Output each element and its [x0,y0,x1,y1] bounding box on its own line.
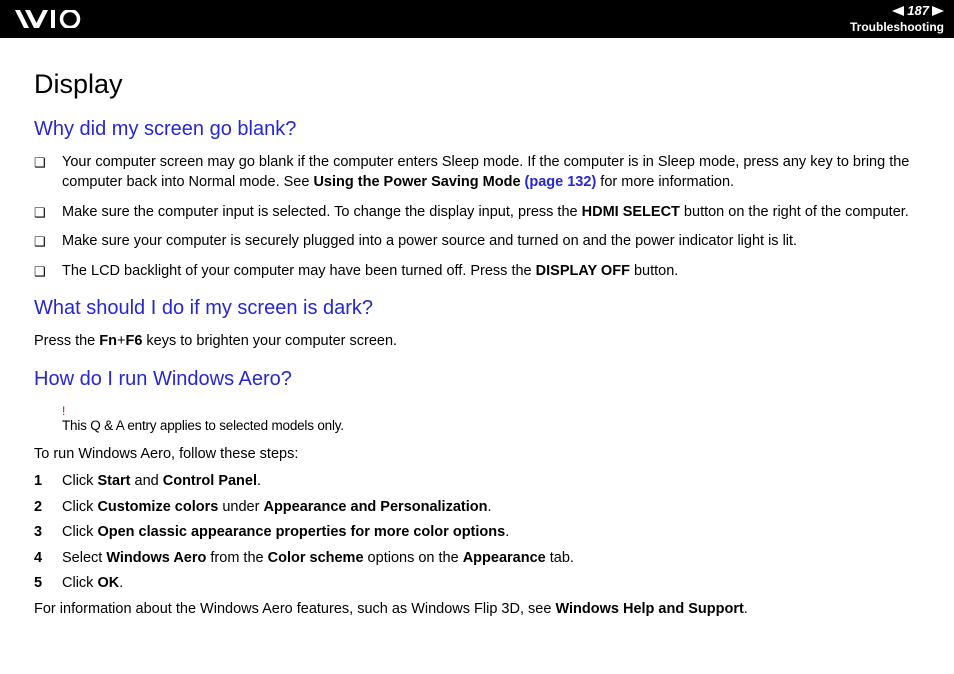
next-page-icon[interactable] [932,6,944,16]
bold-text: Appearance and Personalization [263,499,487,515]
bold-text: F6 [125,333,142,349]
text: . [505,524,509,540]
q2-heading: What should I do if my screen is dark? [34,295,920,322]
bold-text: HDMI SELECT [582,204,680,220]
bold-text: Color scheme [268,550,364,566]
text: options on the [364,550,463,566]
step-item: Click Start and Control Panel. [34,472,920,492]
page-title: Display [34,66,920,102]
bold-text: Start [97,473,130,489]
text: Select [62,550,106,566]
text: . [119,575,123,591]
text: . [744,601,748,617]
text: for more information. [596,174,734,190]
text: Click [62,575,97,591]
text: For information about the Windows Aero f… [34,601,555,617]
bold-text: Customize colors [97,499,218,515]
list-item: Make sure your computer is securely plug… [34,232,920,252]
content-area: Display Why did my screen go blank? Your… [0,38,954,648]
bold-text: Appearance [463,550,546,566]
text: . [487,499,491,515]
text: and [131,473,163,489]
bold-text: OK [97,575,119,591]
q1-heading: Why did my screen go blank? [34,116,920,143]
text: Make sure your computer is securely plug… [62,233,797,249]
text: Click [62,524,97,540]
list-item: Make sure the computer input is selected… [34,203,920,223]
step-item: Click Customize colors under Appearance … [34,498,920,518]
step-item: Click Open classic appearance properties… [34,523,920,543]
bold-text: Control Panel [163,473,257,489]
q3-heading: How do I run Windows Aero? [34,366,920,393]
bold-text: Using the Power Saving Mode [313,174,524,190]
note-block: ! This Q & A entry applies to selected m… [62,403,920,437]
text: under [218,499,263,515]
q3-steps: Click Start and Control Panel. Click Cus… [34,472,920,594]
bold-text: Windows Aero [106,550,206,566]
text: . [257,473,261,489]
text: Click [62,499,97,515]
text: Make sure the computer input is selected… [62,204,582,220]
text: The LCD backlight of your computer may h… [62,263,536,279]
q2-text: Press the Fn+F6 keys to brighten your co… [34,332,920,352]
text: keys to brighten your computer screen. [142,333,397,349]
section-label: Troubleshooting [850,20,944,36]
list-item: Your computer screen may go blank if the… [34,153,920,192]
header-right: 187 Troubleshooting [850,3,944,35]
step-item: Select Windows Aero from the Color schem… [34,549,920,569]
q3-outro: For information about the Windows Aero f… [34,600,920,620]
bold-text: Open classic appearance properties for m… [97,524,505,540]
text: button. [630,263,678,279]
header-bar: 187 Troubleshooting [0,0,954,38]
page-number: 187 [907,3,929,20]
q3-intro: To run Windows Aero, follow these steps: [34,445,920,465]
warning-icon: ! [62,403,920,419]
prev-page-icon[interactable] [892,6,904,16]
list-item: The LCD backlight of your computer may h… [34,262,920,282]
bold-text: DISPLAY OFF [536,263,630,279]
page-link[interactable]: (page 132) [525,174,597,190]
text: tab. [546,550,574,566]
q1-list: Your computer screen may go blank if the… [34,153,920,281]
text: Click [62,473,97,489]
bold-text: Fn [99,333,117,349]
note-text: This Q & A entry applies to selected mod… [62,418,344,433]
step-item: Click OK. [34,574,920,594]
text: Press the [34,333,99,349]
text: button on the right of the computer. [680,204,909,220]
text: from the [206,550,267,566]
page-nav: 187 [892,3,944,20]
bold-text: Windows Help and Support [555,601,743,617]
vaio-logo [10,10,105,28]
